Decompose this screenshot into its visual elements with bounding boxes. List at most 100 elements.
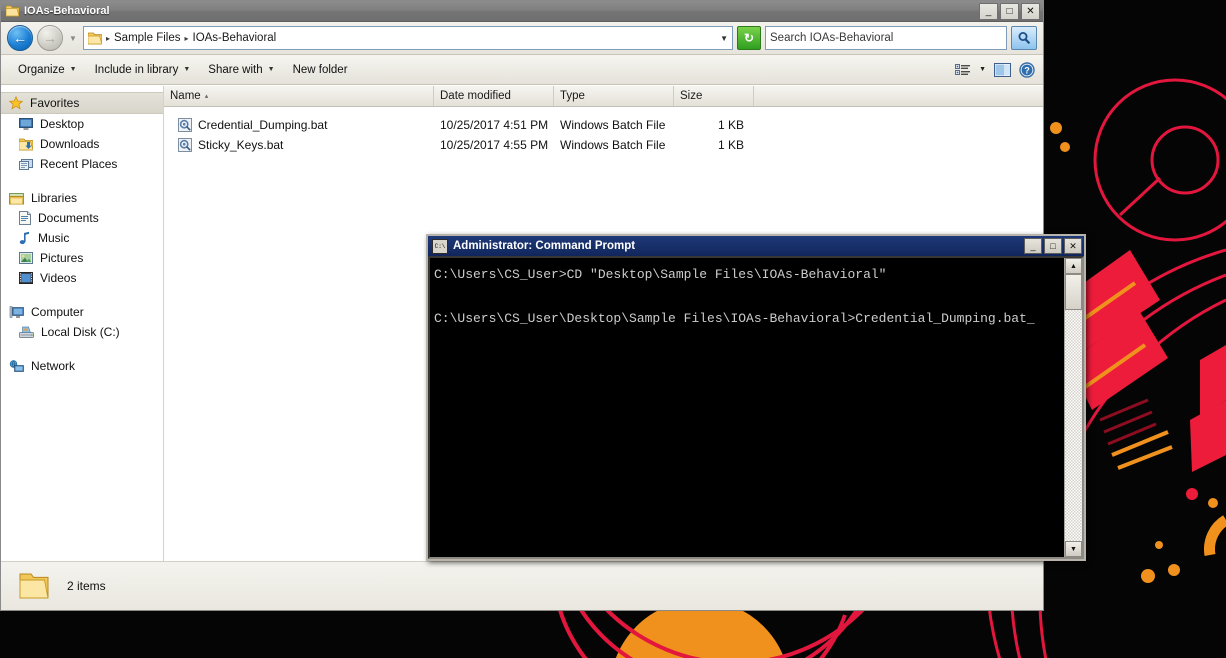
computer-icon: [9, 306, 24, 319]
file-name-cell[interactable]: Credential_Dumping.bat: [164, 118, 434, 132]
sidebar-item-recent-places[interactable]: Recent Places: [1, 154, 163, 174]
search-placeholder: Search IOAs-Behavioral: [770, 32, 893, 44]
help-icon[interactable]: ?: [1019, 62, 1035, 78]
svg-text:?: ?: [1024, 65, 1030, 75]
explorer-window-controls[interactable]: _ □ ✕: [979, 3, 1040, 20]
cmd-window-controls[interactable]: _ □ ✕: [1024, 238, 1082, 254]
breadcrumb-folder-icon-wrap: [86, 29, 104, 47]
refresh-button[interactable]: ↻: [737, 26, 761, 50]
sidebar-spacer: [1, 342, 163, 356]
scroll-up-button[interactable]: ▲: [1065, 258, 1082, 274]
address-bar[interactable]: ▸ Sample Files ▸ IOAs-Behavioral ▼: [83, 26, 733, 50]
cmd-minimize-button[interactable]: _: [1024, 238, 1042, 254]
sidebar-label-pictures: Pictures: [40, 251, 83, 265]
navigation-pane[interactable]: Favorites Desktop Downloads: [1, 86, 164, 561]
toolbar-right-group[interactable]: ▼ ?: [955, 62, 1035, 78]
sidebar-item-videos[interactable]: Videos: [1, 268, 163, 288]
sidebar-label-network: Network: [31, 359, 75, 373]
file-name-cell[interactable]: Sticky_Keys.bat: [164, 138, 434, 152]
sidebar-item-network[interactable]: Network: [1, 356, 163, 376]
address-dropdown-icon[interactable]: ▼: [720, 34, 728, 43]
command-prompt-window[interactable]: C:\ Administrator: Command Prompt _ □ ✕ …: [426, 234, 1086, 561]
refresh-icon: ↻: [744, 31, 754, 45]
recent-places-icon: [19, 158, 33, 171]
folder-icon: [88, 32, 102, 45]
recent-pages-button[interactable]: ▼: [67, 34, 79, 43]
sidebar-item-pictures[interactable]: Pictures: [1, 248, 163, 268]
chevron-down-icon: ▼: [979, 66, 986, 73]
batch-file-icon: [178, 138, 192, 152]
back-button[interactable]: ←: [7, 25, 33, 51]
scrollbar-track[interactable]: [1065, 310, 1082, 541]
cmd-console-output[interactable]: C:\Users\CS_User>CD "Desktop\Sample File…: [430, 258, 1064, 557]
explorer-toolbar[interactable]: Organize ▼ Include in library ▼ Share wi…: [1, 55, 1043, 85]
include-in-library-button[interactable]: Include in library ▼: [86, 60, 200, 80]
sidebar-item-favorites[interactable]: Favorites: [1, 92, 163, 114]
column-headers[interactable]: Name ▴ Date modified Type Size: [164, 86, 1043, 107]
column-header-filler: [754, 86, 1043, 106]
share-with-label: Share with: [208, 64, 262, 76]
cmd-icon: C:\: [432, 239, 448, 254]
sidebar-label-music: Music: [38, 231, 69, 245]
chevron-down-icon: ▼: [70, 66, 77, 73]
column-label-name: Name: [170, 90, 201, 102]
explorer-minimize-button[interactable]: _: [979, 3, 998, 20]
scrollbar-thumb[interactable]: [1065, 274, 1082, 310]
folder-icon: [19, 572, 49, 600]
file-type-cell: Windows Batch File: [554, 118, 674, 132]
organize-button[interactable]: Organize ▼: [9, 60, 86, 80]
sidebar-item-libraries[interactable]: Libraries: [1, 188, 163, 208]
videos-icon: [19, 272, 33, 284]
cmd-maximize-button[interactable]: □: [1044, 238, 1062, 254]
pictures-icon: [19, 252, 33, 264]
breadcrumb-item-sample-files[interactable]: Sample Files: [112, 29, 182, 47]
search-icon: [1017, 31, 1031, 45]
forward-arrow-icon: →: [43, 31, 57, 45]
cmd-titlebar[interactable]: C:\ Administrator: Command Prompt _ □ ✕: [428, 236, 1084, 256]
sidebar-item-music[interactable]: Music: [1, 228, 163, 248]
preview-pane-icon[interactable]: [994, 63, 1011, 77]
table-row[interactable]: Sticky_Keys.bat 10/25/2017 4:55 PM Windo…: [164, 135, 1043, 155]
explorer-address-row[interactable]: ← → ▼ ▸ Sample Files ▸ IOAs-Behavioral ▼…: [1, 22, 1043, 55]
explorer-close-button[interactable]: ✕: [1021, 3, 1040, 20]
search-input[interactable]: Search IOAs-Behavioral: [765, 26, 1007, 50]
share-with-button[interactable]: Share with ▼: [199, 60, 283, 80]
file-type-cell: Windows Batch File: [554, 138, 674, 152]
chevron-down-icon: ▼: [183, 66, 190, 73]
column-header-size[interactable]: Size: [674, 86, 754, 106]
scroll-down-button[interactable]: ▼: [1065, 541, 1082, 557]
arrow-up-icon: ▲: [1070, 263, 1077, 270]
breadcrumb-item-ioas-behavioral[interactable]: IOAs-Behavioral: [191, 29, 279, 47]
new-folder-button[interactable]: New folder: [284, 60, 357, 80]
sidebar-item-computer[interactable]: Computer: [1, 302, 163, 322]
chevron-down-icon: ▼: [268, 66, 275, 73]
explorer-maximize-button[interactable]: □: [1000, 3, 1019, 20]
column-header-type[interactable]: Type: [554, 86, 674, 106]
file-name-label: Sticky_Keys.bat: [198, 138, 283, 152]
file-name-label: Credential_Dumping.bat: [198, 118, 327, 132]
star-icon: [9, 96, 23, 110]
search-button[interactable]: [1011, 26, 1037, 50]
column-header-name[interactable]: Name ▴: [164, 86, 434, 106]
chevron-down-icon: ▼: [69, 34, 77, 43]
folder-icon: [6, 5, 19, 17]
sidebar-item-downloads[interactable]: Downloads: [1, 134, 163, 154]
table-row[interactable]: Credential_Dumping.bat 10/25/2017 4:51 P…: [164, 115, 1043, 135]
sidebar-item-local-disk-c[interactable]: Local Disk (C:): [1, 322, 163, 342]
file-size-cell: 1 KB: [674, 118, 754, 132]
minimize-icon: _: [986, 7, 992, 17]
sidebar-item-desktop[interactable]: Desktop: [1, 114, 163, 134]
cmd-client-area[interactable]: C:\Users\CS_User>CD "Desktop\Sample File…: [428, 256, 1084, 559]
cmd-close-button[interactable]: ✕: [1064, 238, 1082, 254]
file-date-cell: 10/25/2017 4:55 PM: [434, 138, 554, 152]
sidebar-item-documents[interactable]: Documents: [1, 208, 163, 228]
cmd-scrollbar[interactable]: ▲ ▼: [1064, 258, 1082, 557]
desktop-icon: [19, 118, 33, 131]
explorer-titlebar[interactable]: IOAs-Behavioral _ □ ✕: [1, 1, 1043, 22]
view-options-caret[interactable]: ▼: [979, 66, 986, 73]
forward-button[interactable]: →: [37, 25, 63, 51]
list-view-icon[interactable]: [955, 63, 971, 77]
sidebar-label-libraries: Libraries: [31, 191, 77, 205]
downloads-icon: [19, 138, 33, 151]
column-header-date-modified[interactable]: Date modified: [434, 86, 554, 106]
